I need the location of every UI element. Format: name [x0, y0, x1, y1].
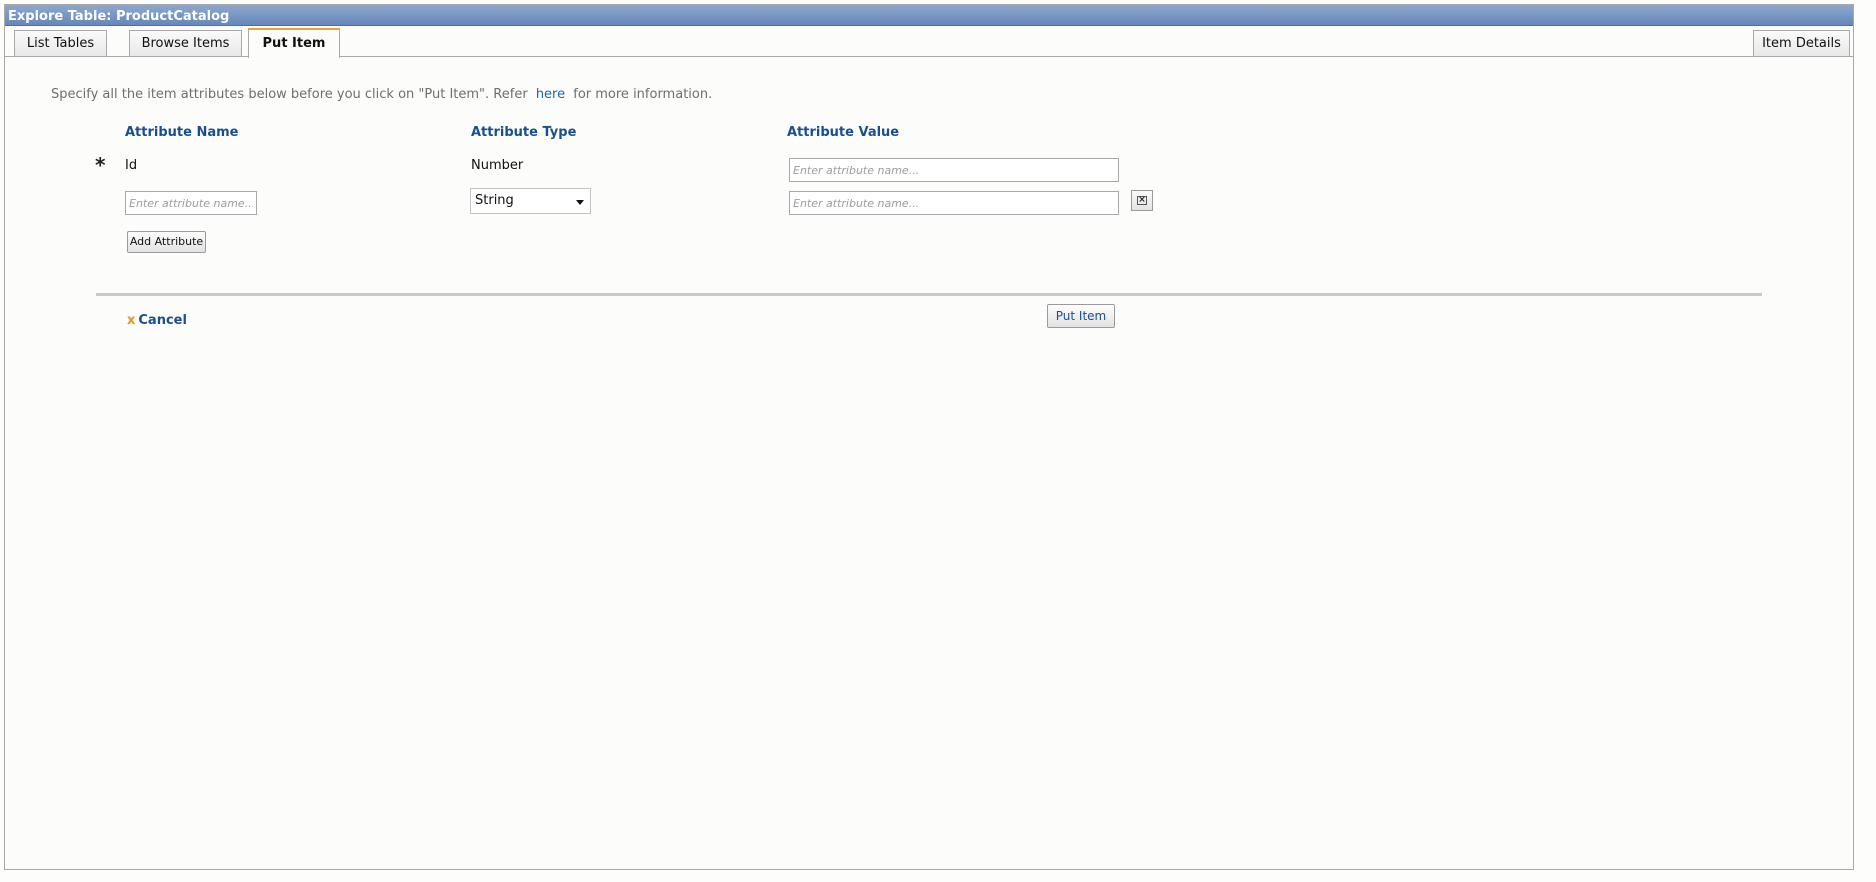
put-item-button[interactable]: Put Item — [1047, 304, 1115, 328]
put-item-form: Specify all the item attributes below be… — [5, 57, 1853, 869]
instructions-after: for more information. — [573, 87, 713, 102]
add-attribute-button[interactable]: Add Attribute — [127, 231, 206, 253]
attribute-type-select[interactable]: String — [470, 188, 591, 214]
column-header-attribute-name: Attribute Name — [125, 125, 239, 140]
tab-strip: List Tables Browse Items Put Item Item D… — [5, 26, 1853, 58]
tab-put-item[interactable]: Put Item — [248, 28, 340, 58]
attribute-value-input-id[interactable] — [789, 158, 1119, 182]
close-icon: × — [1137, 195, 1147, 205]
divider — [96, 293, 1762, 296]
tab-browse-items[interactable]: Browse Items — [129, 30, 242, 56]
cancel-label: Cancel — [138, 313, 187, 328]
explore-table-panel: Explore Table: ProductCatalog List Table… — [4, 4, 1854, 870]
cancel-link[interactable]: x Cancel — [127, 313, 187, 328]
title-bar: Explore Table: ProductCatalog — [5, 5, 1853, 26]
column-header-attribute-value: Attribute Value — [787, 125, 900, 140]
column-header-attribute-type: Attribute Type — [471, 125, 577, 140]
instructions-text: Specify all the item attributes below be… — [51, 87, 712, 102]
attribute-type-number: Number — [471, 158, 524, 173]
instructions-before: Specify all the item attributes below be… — [51, 87, 528, 102]
attribute-type-selected: String — [475, 193, 514, 208]
attribute-name-input[interactable] — [125, 191, 257, 215]
caret-down-icon — [576, 200, 584, 205]
attribute-name-id: Id — [125, 158, 138, 173]
attribute-value-input[interactable] — [789, 191, 1119, 215]
tab-list-tables[interactable]: List Tables — [14, 30, 107, 56]
x-icon: x — [127, 313, 136, 328]
remove-attribute-button[interactable]: × — [1131, 190, 1153, 211]
help-link[interactable]: here — [536, 87, 565, 102]
tab-item-details[interactable]: Item Details — [1753, 30, 1850, 56]
window-title: Explore Table: ProductCatalog — [8, 9, 230, 24]
required-asterisk-icon: * — [95, 153, 106, 177]
